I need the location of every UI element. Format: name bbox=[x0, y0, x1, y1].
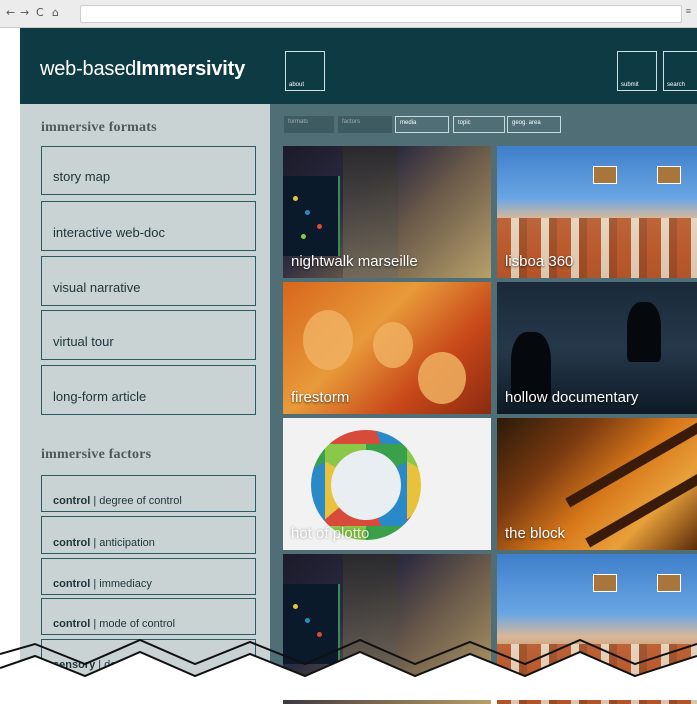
filter-factors[interactable]: factors bbox=[338, 116, 392, 133]
factor-category: control bbox=[53, 578, 91, 590]
factor-degree-of-control[interactable]: control | degree of control bbox=[41, 475, 256, 512]
hotspot-thumbnail[interactable] bbox=[657, 574, 681, 592]
search-label: search bbox=[667, 82, 686, 88]
color-wheel-graphic bbox=[311, 430, 421, 540]
factor-name: | mode of control bbox=[90, 618, 176, 630]
tile-caption: firestorm bbox=[291, 389, 350, 406]
map-marker-icon bbox=[305, 210, 310, 215]
map-marker-icon bbox=[301, 234, 306, 239]
tile-photo bbox=[627, 302, 661, 362]
format-virtual-tour[interactable]: virtual tour bbox=[41, 310, 256, 360]
map-marker-icon bbox=[293, 604, 298, 609]
factor-name: | immediacy bbox=[90, 578, 152, 590]
map-overlay bbox=[283, 176, 340, 256]
format-label: visual narrative bbox=[53, 280, 141, 295]
torn-edge-decoration bbox=[0, 638, 697, 700]
search-button[interactable]: search bbox=[663, 51, 697, 91]
factor-anticipation[interactable]: control | anticipation bbox=[41, 516, 256, 554]
filter-topic[interactable]: topic bbox=[453, 116, 505, 133]
format-label: virtual tour bbox=[53, 334, 114, 349]
factor-name: | degree of control bbox=[90, 495, 182, 507]
factor-label: control | immediacy bbox=[53, 578, 152, 590]
main-grid: formats factors media topic geog. area n… bbox=[270, 104, 697, 704]
format-long-form-article[interactable]: long-form article bbox=[41, 365, 256, 415]
tile-lisboa-360[interactable]: lisboa 360 bbox=[497, 146, 697, 278]
hotspot-thumbnail[interactable] bbox=[593, 574, 617, 592]
tile-caption: the block bbox=[505, 525, 566, 542]
map-marker-icon bbox=[317, 224, 322, 229]
site-header: web-basedImmersivity about submit search bbox=[20, 28, 697, 104]
menu-icon[interactable]: ≡ bbox=[686, 6, 691, 16]
tile-the-block[interactable]: the block bbox=[497, 418, 697, 550]
factor-label: control | anticipation bbox=[53, 537, 155, 549]
format-label: story map bbox=[53, 169, 111, 184]
submit-label: submit bbox=[621, 82, 639, 88]
forward-icon[interactable]: → bbox=[20, 6, 29, 19]
address-bar[interactable] bbox=[80, 5, 682, 23]
factor-category: control bbox=[53, 495, 91, 507]
format-visual-narrative[interactable]: visual narrative bbox=[41, 256, 256, 306]
factor-name: | anticipation bbox=[90, 537, 155, 549]
filter-geog-area[interactable]: geog. area bbox=[507, 116, 561, 133]
filter-media[interactable]: media bbox=[395, 116, 449, 133]
format-label: long-form article bbox=[53, 389, 147, 404]
format-interactive-web-doc[interactable]: interactive web-doc bbox=[41, 201, 256, 251]
tile-photo bbox=[418, 352, 466, 404]
about-button[interactable]: about bbox=[285, 51, 325, 91]
tile-caption: hollow documentary bbox=[505, 389, 639, 406]
factor-immediacy[interactable]: control | immediacy bbox=[41, 558, 256, 595]
factors-heading: immersive factors bbox=[41, 447, 152, 462]
filter-formats[interactable]: formats bbox=[284, 116, 334, 133]
submit-button[interactable]: submit bbox=[617, 51, 657, 91]
format-story-map[interactable]: story map bbox=[41, 146, 256, 195]
logo-bold-text: Immersivity bbox=[136, 58, 246, 80]
tile-photo bbox=[373, 322, 413, 368]
tile-hollow-documentary[interactable]: hollow documentary bbox=[497, 282, 697, 414]
hotspot-thumbnail[interactable] bbox=[657, 166, 681, 184]
format-label: interactive web-doc bbox=[53, 225, 165, 240]
factor-category: control bbox=[53, 618, 91, 630]
tile-caption: nightwalk marseille bbox=[291, 253, 418, 270]
tile-caption: hot of plotto bbox=[291, 525, 370, 542]
factor-category: control bbox=[53, 537, 91, 549]
tile-firestorm[interactable]: firestorm bbox=[283, 282, 491, 414]
back-icon[interactable]: ← bbox=[6, 6, 15, 19]
factor-label: control | degree of control bbox=[53, 495, 182, 507]
about-label: about bbox=[289, 82, 305, 88]
sidebar: immersive formats story map interactive … bbox=[20, 104, 270, 700]
factor-label: control | mode of control bbox=[53, 618, 175, 630]
map-marker-icon bbox=[305, 618, 310, 623]
site-logo[interactable]: web-basedImmersivity bbox=[40, 58, 245, 81]
map-marker-icon bbox=[293, 196, 298, 201]
tile-hot-of-plotto[interactable]: hot of plotto bbox=[283, 418, 491, 550]
formats-heading: immersive formats bbox=[41, 120, 157, 135]
tile-caption: lisboa 360 bbox=[505, 253, 574, 270]
hotspot-thumbnail[interactable] bbox=[593, 166, 617, 184]
tile-photo bbox=[303, 310, 353, 370]
tile-photo bbox=[585, 458, 697, 548]
home-icon[interactable]: ⌂ bbox=[52, 6, 59, 19]
logo-light-text: web-based bbox=[40, 58, 137, 80]
reload-icon[interactable]: C bbox=[36, 6, 44, 19]
browser-toolbar: ← → C ⌂ ≡ bbox=[0, 0, 697, 28]
tile-nightwalk-marseille[interactable]: nightwalk marseille bbox=[283, 146, 491, 278]
